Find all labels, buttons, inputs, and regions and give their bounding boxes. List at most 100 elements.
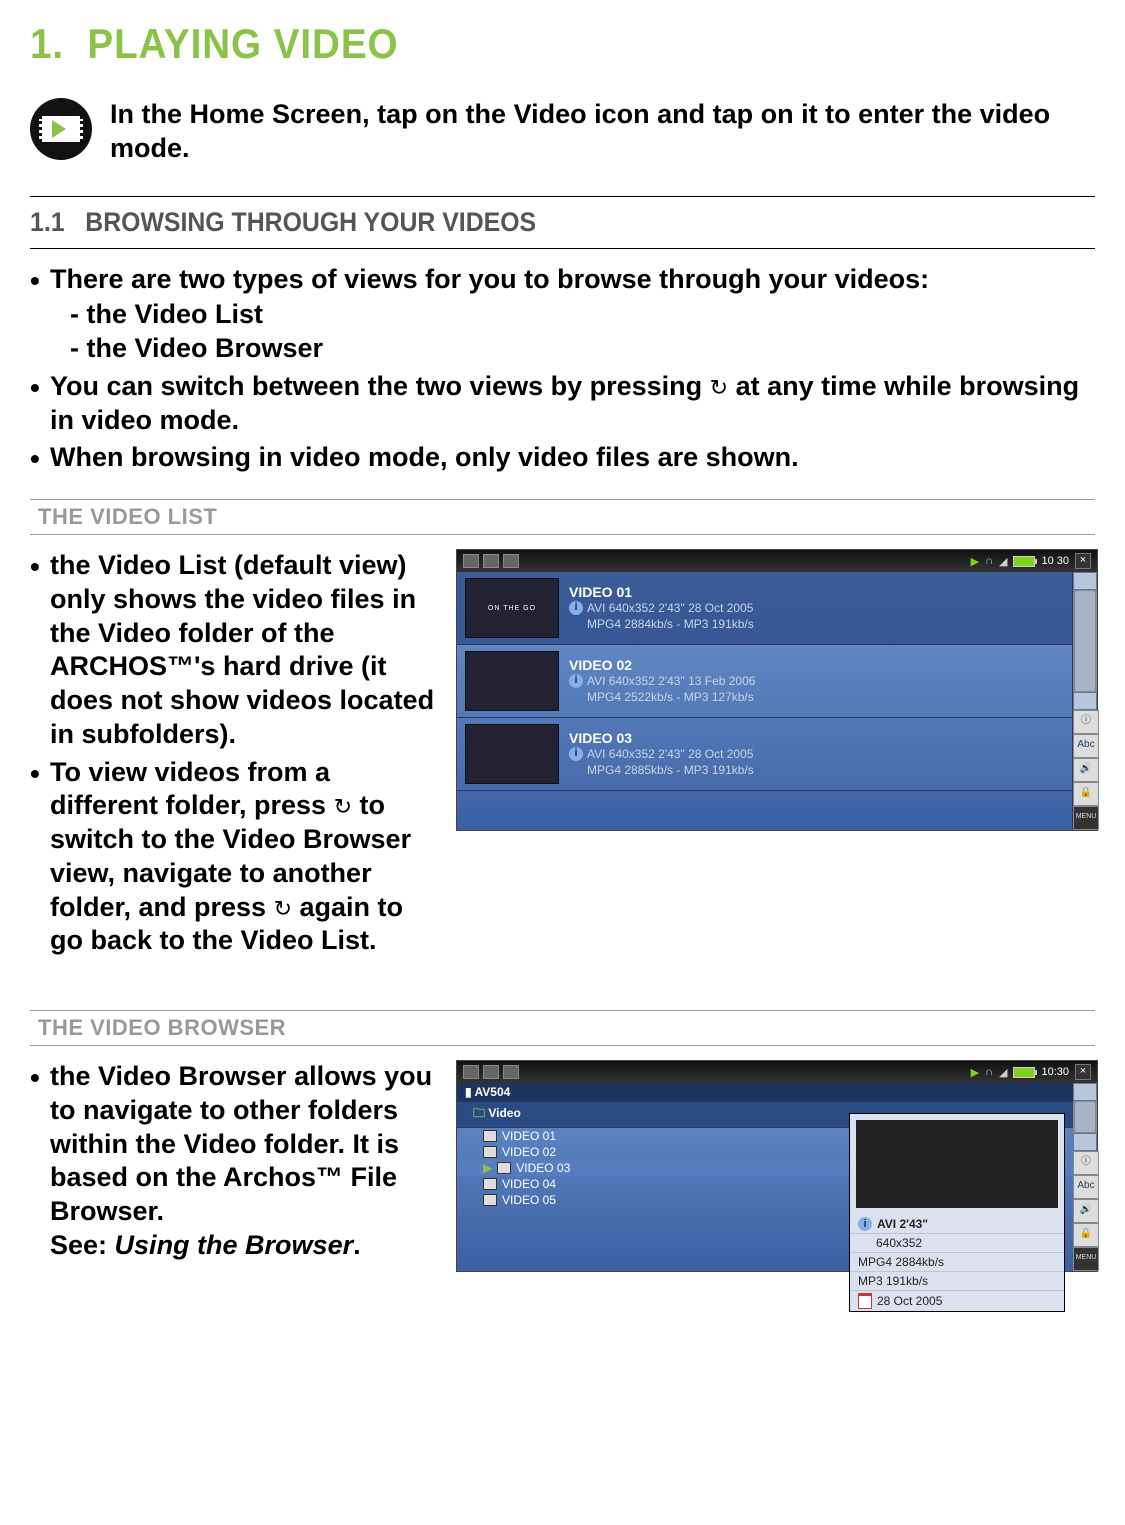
close-icon[interactable]: × [1075, 1064, 1091, 1080]
file-name: VIDEO 04 [502, 1177, 556, 1191]
info-icon: i [569, 674, 583, 688]
refresh-icon: ↻ [710, 374, 728, 402]
preview-codec-video: MPG4 2884kb/s [850, 1253, 1064, 1272]
rail-info-button[interactable]: ⓘ [1073, 1151, 1099, 1175]
rail-info-button[interactable]: ⓘ [1073, 710, 1099, 734]
preview-codec-audio: MP3 191kb/s [850, 1272, 1064, 1291]
taskbar-icon[interactable] [463, 554, 479, 568]
video-list-area: ON THE GO VIDEO 01 i AVI 640x352 2'43" 2… [457, 572, 1073, 830]
scroll-up-button[interactable] [1073, 572, 1097, 590]
video-row[interactable]: ON THE GO VIDEO 01 i AVI 640x352 2'43" 2… [457, 572, 1072, 645]
scrollbar[interactable] [1075, 1102, 1095, 1132]
volume-icon: ◢ [999, 555, 1007, 568]
info-icon: i [569, 747, 583, 761]
scroll-down-button[interactable] [1073, 1133, 1097, 1151]
divider [30, 196, 1095, 197]
taskbar-icon[interactable] [503, 554, 519, 568]
scrollbar[interactable] [1075, 591, 1095, 691]
headphones-icon: ∩ [985, 1066, 993, 1078]
preview-title: AVI 2'43" [877, 1217, 928, 1231]
taskbar-right: ▶ ∩ ◢ 10:30 × [971, 1064, 1091, 1080]
file-icon [483, 1130, 497, 1142]
bullet-item: There are two types of views for you to … [30, 263, 1095, 366]
taskbar-left [463, 1065, 963, 1079]
video-list-bullets: the Video List (default view) only shows… [30, 549, 440, 958]
file-icon [497, 1162, 511, 1174]
bullet-item: When browsing in video mode, only video … [30, 441, 1095, 475]
see-reference: Using the Browser [115, 1230, 354, 1260]
close-icon[interactable]: × [1075, 553, 1091, 569]
video-row[interactable]: VIDEO 03 i AVI 640x352 2'43" 28 Oct 2005… [457, 718, 1072, 791]
taskbar-left [463, 554, 963, 568]
chapter-name: PLAYING VIDEO [87, 20, 398, 67]
breadcrumb-root[interactable]: ▮ AV504 [457, 1083, 1073, 1102]
subsection-video-browser: THE VIDEO BROWSER the Video Browser allo… [30, 1010, 1095, 1287]
taskbar-icon[interactable] [503, 1065, 519, 1079]
play-icon [52, 120, 66, 138]
taskbar-icon[interactable] [483, 554, 499, 568]
sub-list: the Video List the Video Browser [70, 298, 1095, 366]
file-name: VIDEO 03 [516, 1161, 570, 1175]
preview-date: 28 Oct 2005 [877, 1294, 942, 1308]
taskbar: ▶ ∩ ◢ 10 30 × [457, 550, 1097, 572]
rail-lock-button[interactable]: 🔒 [1073, 782, 1099, 806]
side-rail: ⓘ Abc 🔊 🔒 MENU [1073, 572, 1097, 830]
rail-lock-button[interactable]: 🔒 [1073, 1223, 1099, 1247]
taskbar-icon[interactable] [483, 1065, 499, 1079]
info-icon: i [858, 1217, 872, 1231]
rail-sound-button[interactable]: 🔊 [1073, 1199, 1099, 1223]
video-thumbnail: ON THE GO [465, 578, 559, 638]
play-icon: ▶ [971, 555, 979, 568]
rail-menu-button[interactable]: MENU [1073, 806, 1099, 830]
preview-date-row: 28 Oct 2005 [850, 1291, 1064, 1311]
taskbar: ▶ ∩ ◢ 10:30 × [457, 1061, 1097, 1083]
folder-label: Video [488, 1106, 520, 1120]
divider [30, 248, 1095, 249]
bullet-text: the Video Browser allows you to navigate… [50, 1061, 432, 1226]
preview-resolution: 640x352 [850, 1234, 1064, 1253]
clock-label: 10 30 [1041, 555, 1069, 567]
subsection-video-list: THE VIDEO LIST the Video List (default v… [30, 499, 1095, 982]
clock-label: 10:30 [1041, 1066, 1069, 1078]
video-thumbnail [465, 724, 559, 784]
subsection-title: THE VIDEO BROWSER [30, 1011, 1095, 1046]
screenshot-video-list: ▶ ∩ ◢ 10 30 × ON THE GO VIDEO 01 i [456, 549, 1098, 831]
video-meta: MPG4 2885kb/s - MP3 191kb/s [587, 763, 754, 777]
preview-thumbnail [856, 1120, 1058, 1208]
section-title: BROWSING THROUGH YOUR VIDEOS [85, 207, 536, 237]
refresh-icon: ↻ [274, 895, 292, 923]
preview-pane: i AVI 2'43" 640x352 MPG4 2884kb/s MP3 19… [849, 1113, 1065, 1312]
bullet-text-pre: You can switch between the two views by … [50, 371, 710, 401]
folder-icon: 🗀 [473, 1106, 485, 1120]
battery-icon [1013, 556, 1035, 567]
file-icon [483, 1178, 497, 1190]
file-name: VIDEO 05 [502, 1193, 556, 1207]
bullet-text: There are two types of views for you to … [50, 264, 929, 294]
scroll-up-button[interactable] [1073, 1083, 1097, 1101]
video-meta: MPG4 2884kb/s - MP3 191kb/s [587, 617, 754, 631]
rail-abc-button[interactable]: Abc [1073, 734, 1099, 758]
drive-label: AV504 [475, 1085, 511, 1099]
sub-item: the Video List [70, 298, 1095, 332]
chapter-number: 1. [30, 20, 64, 67]
taskbar-icon[interactable] [463, 1065, 479, 1079]
rail-menu-button[interactable]: MENU [1073, 1247, 1099, 1271]
see-post: . [353, 1230, 361, 1260]
rail-sound-button[interactable]: 🔊 [1073, 758, 1099, 782]
screenshot-video-browser: ▶ ∩ ◢ 10:30 × ▮ AV504 🗀 Vide [456, 1060, 1098, 1272]
video-title: VIDEO 01 [569, 584, 1064, 600]
volume-icon: ◢ [999, 1066, 1007, 1079]
file-icon [483, 1194, 497, 1206]
video-meta: AVI 640x352 2'43" 28 Oct 2005 [587, 601, 753, 615]
side-rail: ⓘ Abc 🔊 🔒 MENU [1073, 1083, 1097, 1271]
preview-title-row: i AVI 2'43" [850, 1214, 1064, 1234]
drive-icon: ▮ [465, 1085, 472, 1099]
scroll-down-button[interactable] [1073, 692, 1097, 710]
section-number: 1.1 [30, 207, 65, 237]
video-meta: AVI 640x352 2'43" 28 Oct 2005 [587, 747, 753, 761]
video-browser-bullets: the Video Browser allows you to navigate… [30, 1060, 440, 1263]
rail-abc-button[interactable]: Abc [1073, 1175, 1099, 1199]
sub-item: the Video Browser [70, 332, 1095, 366]
video-thumbnail [465, 651, 559, 711]
video-row[interactable]: VIDEO 02 i AVI 640x352 2'43" 13 Feb 2006… [457, 645, 1072, 718]
